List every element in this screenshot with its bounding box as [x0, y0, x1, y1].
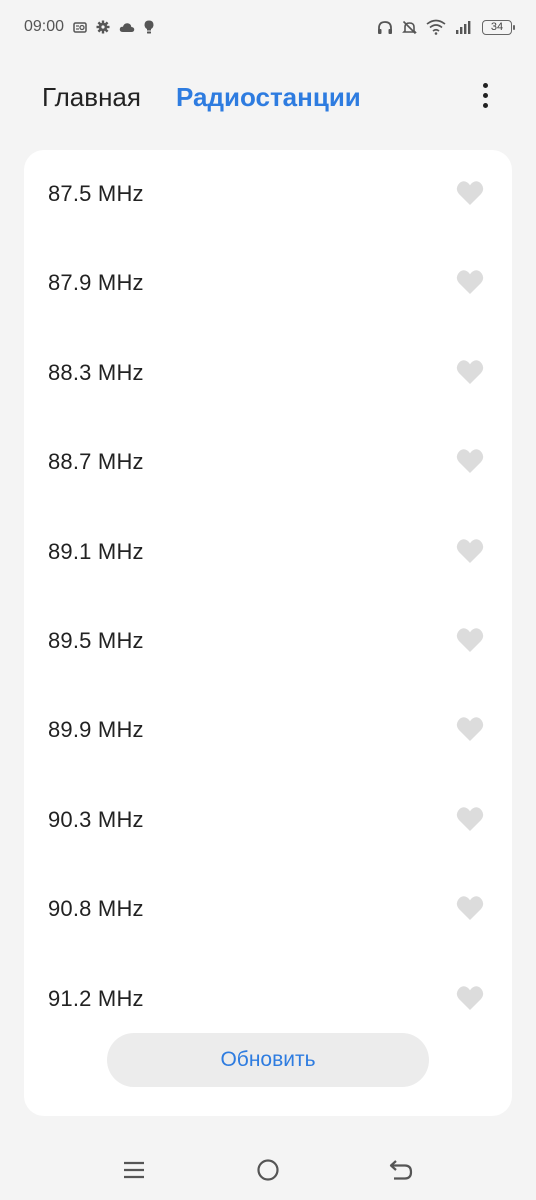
heart-icon[interactable] [456, 716, 484, 742]
station-row[interactable]: 87.9 MHz [24, 239, 512, 328]
station-frequency: 87.5 MHz [48, 181, 144, 206]
heart-icon[interactable] [456, 538, 484, 564]
signal-icon [455, 20, 473, 34]
status-bar: 09:00 34 [0, 0, 536, 54]
station-row[interactable]: 87.5 MHz [24, 150, 512, 239]
heart-icon[interactable] [456, 448, 484, 474]
app-header: Главная Радиостанции [0, 70, 536, 124]
lightbulb-icon [144, 20, 154, 34]
wifi-icon [426, 19, 446, 35]
heart-icon[interactable] [456, 180, 484, 206]
home-circle-icon[interactable] [253, 1156, 283, 1184]
station-row[interactable]: 90.3 MHz [24, 776, 512, 865]
heart-icon[interactable] [456, 269, 484, 295]
station-row[interactable]: 89.5 MHz [24, 597, 512, 686]
station-frequency: 87.9 MHz [48, 270, 144, 296]
heart-icon[interactable] [456, 359, 484, 385]
station-frequency: 89.1 MHz [48, 538, 144, 564]
heart-icon[interactable] [456, 806, 484, 832]
radio-icon [73, 21, 87, 33]
station-list-card: 87.5 MHz 87.9 MHz 88.3 MHz 88.7 MHz 89.1 MHz… [24, 150, 512, 1116]
heart-icon[interactable] [456, 627, 484, 653]
station-row[interactable]: 88.3 MHz [24, 329, 512, 418]
station-frequency: 90.8 MHz [48, 896, 144, 922]
status-right: 34 [377, 19, 515, 35]
headphones-icon [377, 20, 393, 35]
station-frequency: 91.2 MHz [48, 985, 144, 1011]
heart-icon[interactable] [456, 895, 484, 921]
station-list: 87.5 MHz 87.9 MHz 88.3 MHz 88.7 MHz 89.1 MHz… [24, 150, 512, 1044]
battery-level: 34 [490, 21, 504, 33]
tab-radio-stations[interactable]: Радиостанции [176, 82, 361, 113]
station-frequency: 88.7 MHz [48, 449, 144, 475]
station-row[interactable]: 91.2 MHz [24, 955, 512, 1044]
cloud-icon [119, 22, 135, 33]
station-frequency: 89.5 MHz [48, 627, 144, 653]
system-nav-bar [0, 1140, 536, 1200]
refresh-button[interactable]: Обновить [107, 1033, 429, 1087]
station-frequency: 89.9 MHz [48, 717, 144, 743]
station-row[interactable]: 90.8 MHz [24, 865, 512, 954]
menu-icon[interactable] [119, 1156, 149, 1184]
bell-muted-icon [402, 20, 417, 35]
station-frequency: 88.3 MHz [48, 359, 144, 385]
station-row[interactable]: 88.7 MHz [24, 418, 512, 507]
heart-icon[interactable] [456, 985, 484, 1011]
status-left: 09:00 [24, 18, 154, 36]
gear-icon [96, 20, 110, 34]
status-time: 09:00 [24, 18, 65, 35]
battery-icon: 34 [482, 19, 515, 35]
station-row[interactable]: 89.1 MHz [24, 508, 512, 597]
more-vertical-icon[interactable] [468, 78, 502, 112]
tab-home[interactable]: Главная [42, 82, 141, 113]
back-icon[interactable] [386, 1156, 416, 1184]
station-frequency: 90.3 MHz [48, 806, 144, 832]
station-row[interactable]: 89.9 MHz [24, 686, 512, 775]
